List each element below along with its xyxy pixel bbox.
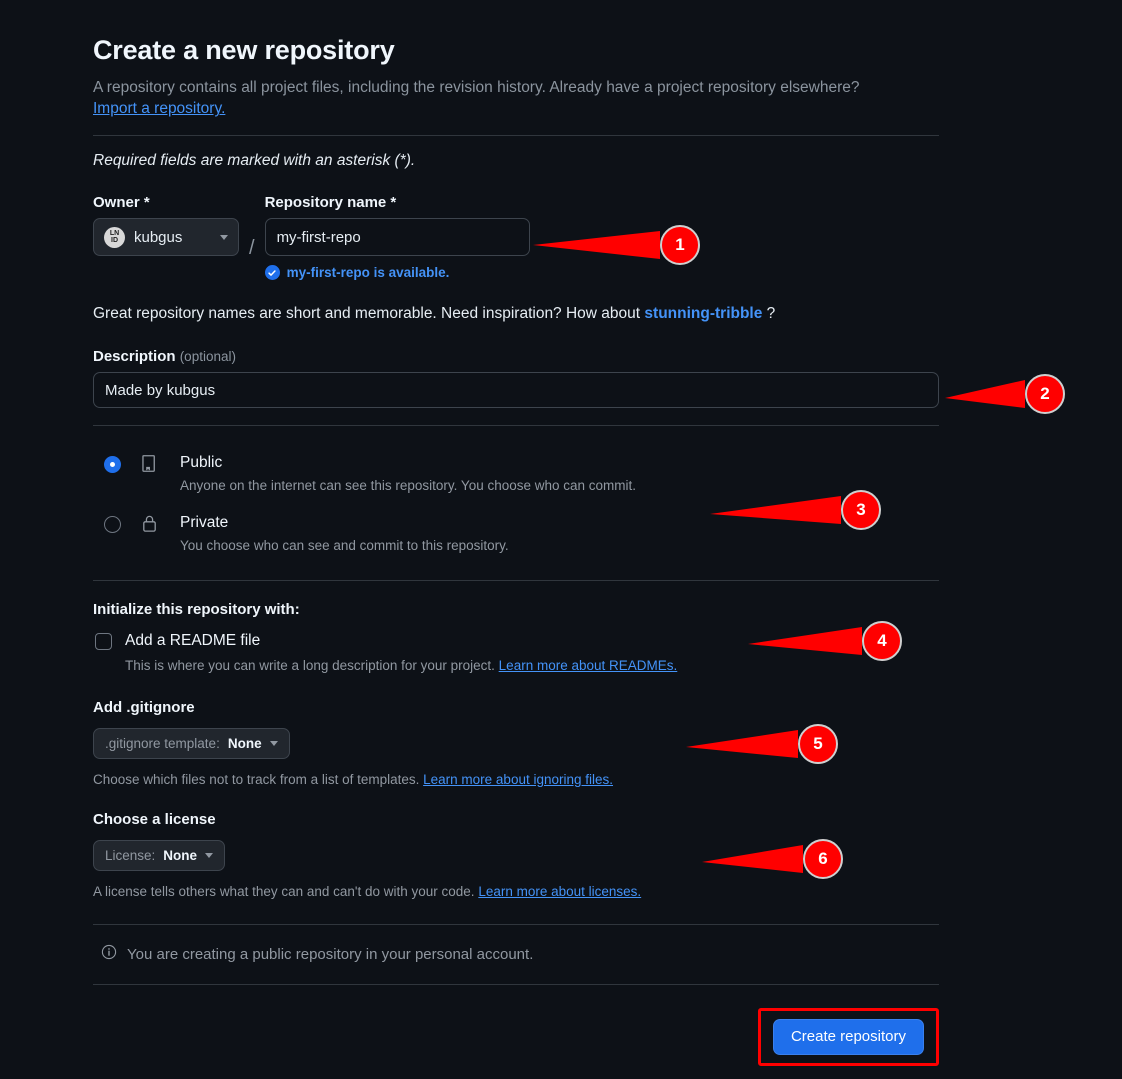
page-subtitle: A repository contains all project files,… — [93, 79, 860, 97]
readme-learn-more-link[interactable]: Learn more about READMEs. — [499, 658, 678, 673]
gitignore-learn-more-link[interactable]: Learn more about ignoring files. — [423, 772, 613, 787]
license-dropdown-value: None — [163, 847, 198, 863]
annotation-arrow — [945, 380, 1025, 408]
avatar: LN ID — [104, 226, 125, 248]
license-dropdown-prefix: License: — [105, 847, 156, 863]
owner-name-separator: / — [249, 236, 255, 259]
divider-bottom — [93, 983, 939, 985]
visibility-option-public[interactable]: Public Anyone on the internet can see th… — [93, 446, 939, 506]
gitignore-help: Choose which files not to track from a l… — [93, 771, 939, 790]
chevron-down-icon — [220, 234, 228, 240]
readme-description: This is where you can write a long descr… — [125, 657, 939, 676]
readme-checkbox-row[interactable]: Add a README file — [93, 632, 939, 650]
divider-top — [93, 135, 939, 137]
divider-license — [93, 923, 939, 925]
license-help-text: A license tells others what they can and… — [93, 883, 479, 899]
gitignore-template-dropdown[interactable]: .gitignore template: None — [93, 727, 290, 759]
description-label: Description (optional) — [93, 348, 939, 365]
visibility-option-private[interactable]: Private You choose who can see and commi… — [93, 506, 939, 566]
suggested-name-link[interactable]: stunning-tribble — [644, 305, 762, 322]
gitignore-help-text: Choose which files not to track from a l… — [93, 771, 424, 787]
readme-label: Add a README file — [125, 631, 261, 649]
chevron-down-icon — [269, 740, 278, 746]
check-circle-icon — [264, 265, 280, 281]
owner-label: Owner * — [93, 194, 150, 212]
gitignore-dropdown-value: None — [227, 735, 262, 751]
annotation-badge-2: 2 — [1025, 374, 1065, 414]
visibility-options: Public Anyone on the internet can see th… — [93, 446, 939, 566]
license-learn-more-link[interactable]: Learn more about licenses. — [478, 884, 641, 899]
owner-dropdown[interactable]: LN ID kubgus — [93, 218, 239, 257]
repository-name-input[interactable] — [264, 218, 530, 257]
gitignore-heading: Add .gitignore — [93, 698, 195, 716]
create-repository-form: Create a new repository A repository con… — [93, 35, 939, 1066]
create-repository-button[interactable]: Create repository — [772, 1018, 924, 1055]
create-repository-highlight: Create repository — [757, 1007, 939, 1066]
repository-name-label: Repository name * — [264, 194, 397, 212]
avatar-line-1: LN — [109, 230, 120, 238]
create-repository-page: Create a new repository A repository con… — [0, 0, 1122, 1079]
visibility-notice-text: You are creating a public repository in … — [127, 945, 534, 963]
visibility-public-text: Public Anyone on the internet can see th… — [180, 453, 939, 496]
description-input[interactable] — [93, 372, 939, 409]
lock-icon — [138, 514, 160, 533]
info-icon — [101, 944, 117, 965]
license-help: A license tells others what they can and… — [93, 883, 939, 902]
page-title: Create a new repository — [93, 35, 395, 65]
divider-description — [93, 425, 939, 427]
radio-private[interactable] — [104, 516, 121, 534]
visibility-public-desc: Anyone on the internet can see this repo… — [180, 478, 637, 494]
avatar-initials: LN ID — [110, 230, 119, 244]
submit-row: Create repository — [93, 1007, 939, 1066]
inspiration-suffix: ? — [762, 305, 776, 323]
owner-and-name-row: Owner * LN ID kubgus / Repository name * — [93, 194, 939, 281]
repository-name-field: Repository name * my-first-repo is avail… — [264, 194, 939, 281]
license-heading: Choose a license — [93, 810, 216, 828]
gitignore-dropdown-prefix: .gitignore template: — [105, 735, 220, 751]
license-dropdown[interactable]: License: None — [93, 839, 226, 871]
availability-message: my-first-repo is available. — [264, 265, 939, 281]
chevron-down-icon — [205, 852, 214, 858]
avatar-line-2: ID — [111, 237, 118, 245]
availability-text: my-first-repo is available. — [286, 265, 450, 281]
initialize-heading: Initialize this repository with: — [93, 600, 300, 618]
readme-description-text: This is where you can write a long descr… — [125, 657, 499, 673]
radio-public[interactable] — [104, 456, 121, 474]
description-field: Description (optional) — [93, 348, 939, 409]
description-label-text: Description — [93, 348, 176, 366]
inspiration-prefix: Great repository names are short and mem… — [93, 305, 645, 323]
book-icon — [138, 454, 160, 473]
visibility-notice: You are creating a public repository in … — [93, 944, 939, 965]
name-inspiration-line: Great repository names are short and mem… — [93, 305, 939, 323]
visibility-private-desc: You choose who can see and commit to thi… — [180, 538, 509, 554]
owner-name: kubgus — [134, 228, 183, 246]
readme-checkbox[interactable] — [95, 632, 112, 650]
required-fields-note: Required fields are marked with an aster… — [93, 152, 416, 170]
import-repository-line: Import a repository. — [93, 100, 939, 118]
visibility-private-name: Private — [180, 514, 229, 532]
divider-visibility — [93, 579, 939, 581]
owner-field: Owner * LN ID kubgus — [93, 194, 239, 257]
import-repository-link[interactable]: Import a repository. — [93, 100, 225, 117]
visibility-private-text: Private You choose who can see and commi… — [180, 513, 939, 556]
visibility-public-name: Public — [180, 454, 223, 472]
description-optional-text: (optional) — [179, 349, 236, 365]
